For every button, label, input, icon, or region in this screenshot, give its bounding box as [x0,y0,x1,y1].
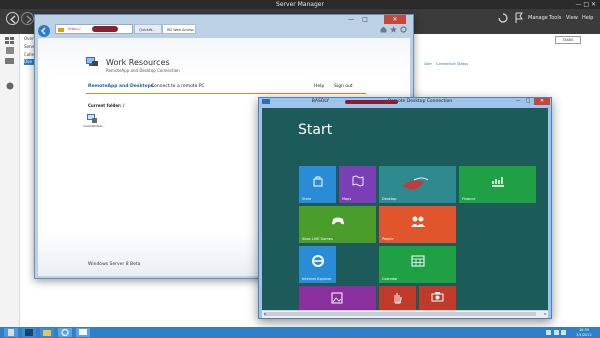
tasks-dropdown[interactable]: TASKS [555,36,581,44]
tile-label: Store [302,197,312,201]
redacted-hostname [345,100,398,104]
taskbar [0,327,600,338]
rdc-minimize-button[interactable]: — [514,98,522,105]
sign-out-link[interactable]: Sign out [334,84,353,90]
browser-minimize-button[interactable]: — [346,16,356,23]
dashboard-icon[interactable] [5,37,15,45]
tile-xbox-live-games[interactable]: Xbox LIVE Games [299,206,376,243]
remote-desktop-services-icon[interactable] [5,82,15,90]
remote-desktop-icon [79,329,87,335]
menu-manage[interactable]: Manage [528,15,548,22]
people-icon [410,216,425,227]
remoteapp-icon[interactable] [87,113,97,123]
server-manager-window-controls[interactable]: — □ ✕ [575,1,596,8]
tile-people[interactable]: People [379,206,456,243]
menu-help[interactable]: Help [582,15,593,22]
chart-trend-icon [491,176,504,187]
nav-separator [86,93,366,94]
internet-explorer-icon [61,328,69,337]
work-resources-title: Work Resources [106,58,170,67]
tile-calendar[interactable]: Calendar [379,246,456,283]
browser-close-button[interactable]: ✕ [384,15,406,24]
tile-label: Calendar [382,277,398,281]
server-manager-icon [8,329,14,336]
taskbar-clock[interactable]: 10:55 3/1/2012 [572,328,596,337]
column-user: User [424,62,432,66]
column-connection-status: Connection Status [436,62,469,66]
server-manager-title: Server Manager [276,1,324,8]
shopping-bag-icon [313,176,322,187]
favorites-star-icon[interactable] [390,26,397,33]
tile-photos[interactable] [299,286,376,310]
map-icon [352,175,363,187]
lock-icon [58,28,64,32]
tab-connect-remote-pc[interactable]: Connect to a remote PC [151,84,205,90]
tab-remoteapp-and-desktops[interactable]: RemoteApp and Desktops [88,84,154,90]
back-button[interactable] [6,12,19,25]
arrow-left-icon [41,27,46,35]
menu-view[interactable]: View [566,15,578,22]
work-resources-subtitle: RemoteApp and Desktop Connection [106,68,180,73]
scroll-right-arrow-icon[interactable]: ▸ [543,311,548,317]
remoteapp-label[interactable]: QuickWriteA... [81,124,107,128]
windows-server-footer: Windows Server 8 Beta [88,262,141,267]
redacted-url [92,26,118,32]
tile-camera[interactable] [419,286,456,310]
taskbar-powershell-button[interactable] [22,328,36,337]
tile-store[interactable]: Store [299,166,336,203]
home-icon[interactable] [380,26,387,33]
tile-label: Xbox LIVE Games [302,237,333,241]
scroll-left-arrow-icon[interactable]: ◂ [262,311,267,317]
powershell-icon [25,329,33,336]
local-server-icon[interactable] [5,47,15,55]
rdc-title-prefix: BASOLY [311,99,330,104]
tab-quickwrite[interactable]: QuickW... [134,24,162,34]
folder-icon [43,330,51,336]
tile-internet-explorer[interactable]: Internet Explorer [299,246,336,283]
clock-date: 3/1/2012 [576,332,592,337]
browser-maximize-button[interactable]: □ [360,16,370,23]
game-controller-icon [331,217,344,225]
tile-app[interactable] [379,286,416,310]
tile-label: Desktop [382,197,397,201]
tile-label: Finance [462,197,476,201]
hand-icon [394,293,402,304]
server-manager-nav [0,34,20,330]
photo-icon [331,292,343,304]
scrollbar-thumb[interactable] [264,312,536,316]
taskbar-rdc-button[interactable] [76,328,90,337]
rdc-maximize-button[interactable]: □ [524,98,532,105]
tile-maps[interactable]: Maps [339,166,376,203]
taskbar-server-manager-button[interactable] [4,328,18,337]
start-label: Start [298,122,333,138]
tile-desktop[interactable]: Desktop [379,166,456,203]
taskbar-explorer-button[interactable] [40,328,54,337]
menu-tools[interactable]: Tools [549,15,561,22]
camera-icon [431,292,444,302]
browser-back-button[interactable] [38,25,50,37]
tile-label: Internet Explorer [302,277,332,281]
arrow-left-icon [10,15,16,24]
taskbar-ie-button[interactable] [58,328,72,337]
tile-label: Maps [342,197,352,201]
remote-desktop-icon [262,99,270,104]
tab-rd-web-access[interactable]: RD Web Access [162,24,196,34]
desktop-wallpaper-icon [402,177,429,190]
current-folder-label: Current folder: / [88,103,125,108]
flag-icon[interactable] [514,12,524,24]
internet-explorer-icon [311,254,324,267]
tile-finance[interactable]: Finance [459,166,536,203]
help-link[interactable]: Help [314,84,324,90]
work-resources-logo-icon [86,57,98,66]
rdc-close-button[interactable]: ✕ [534,98,550,105]
forward-button[interactable] [21,12,34,25]
tile-label: People [382,237,394,241]
calendar-icon [411,255,424,267]
all-servers-icon[interactable] [5,57,15,65]
refresh-icon[interactable] [496,12,510,24]
system-tray-icons[interactable] [545,329,567,336]
gear-icon[interactable] [400,26,407,33]
